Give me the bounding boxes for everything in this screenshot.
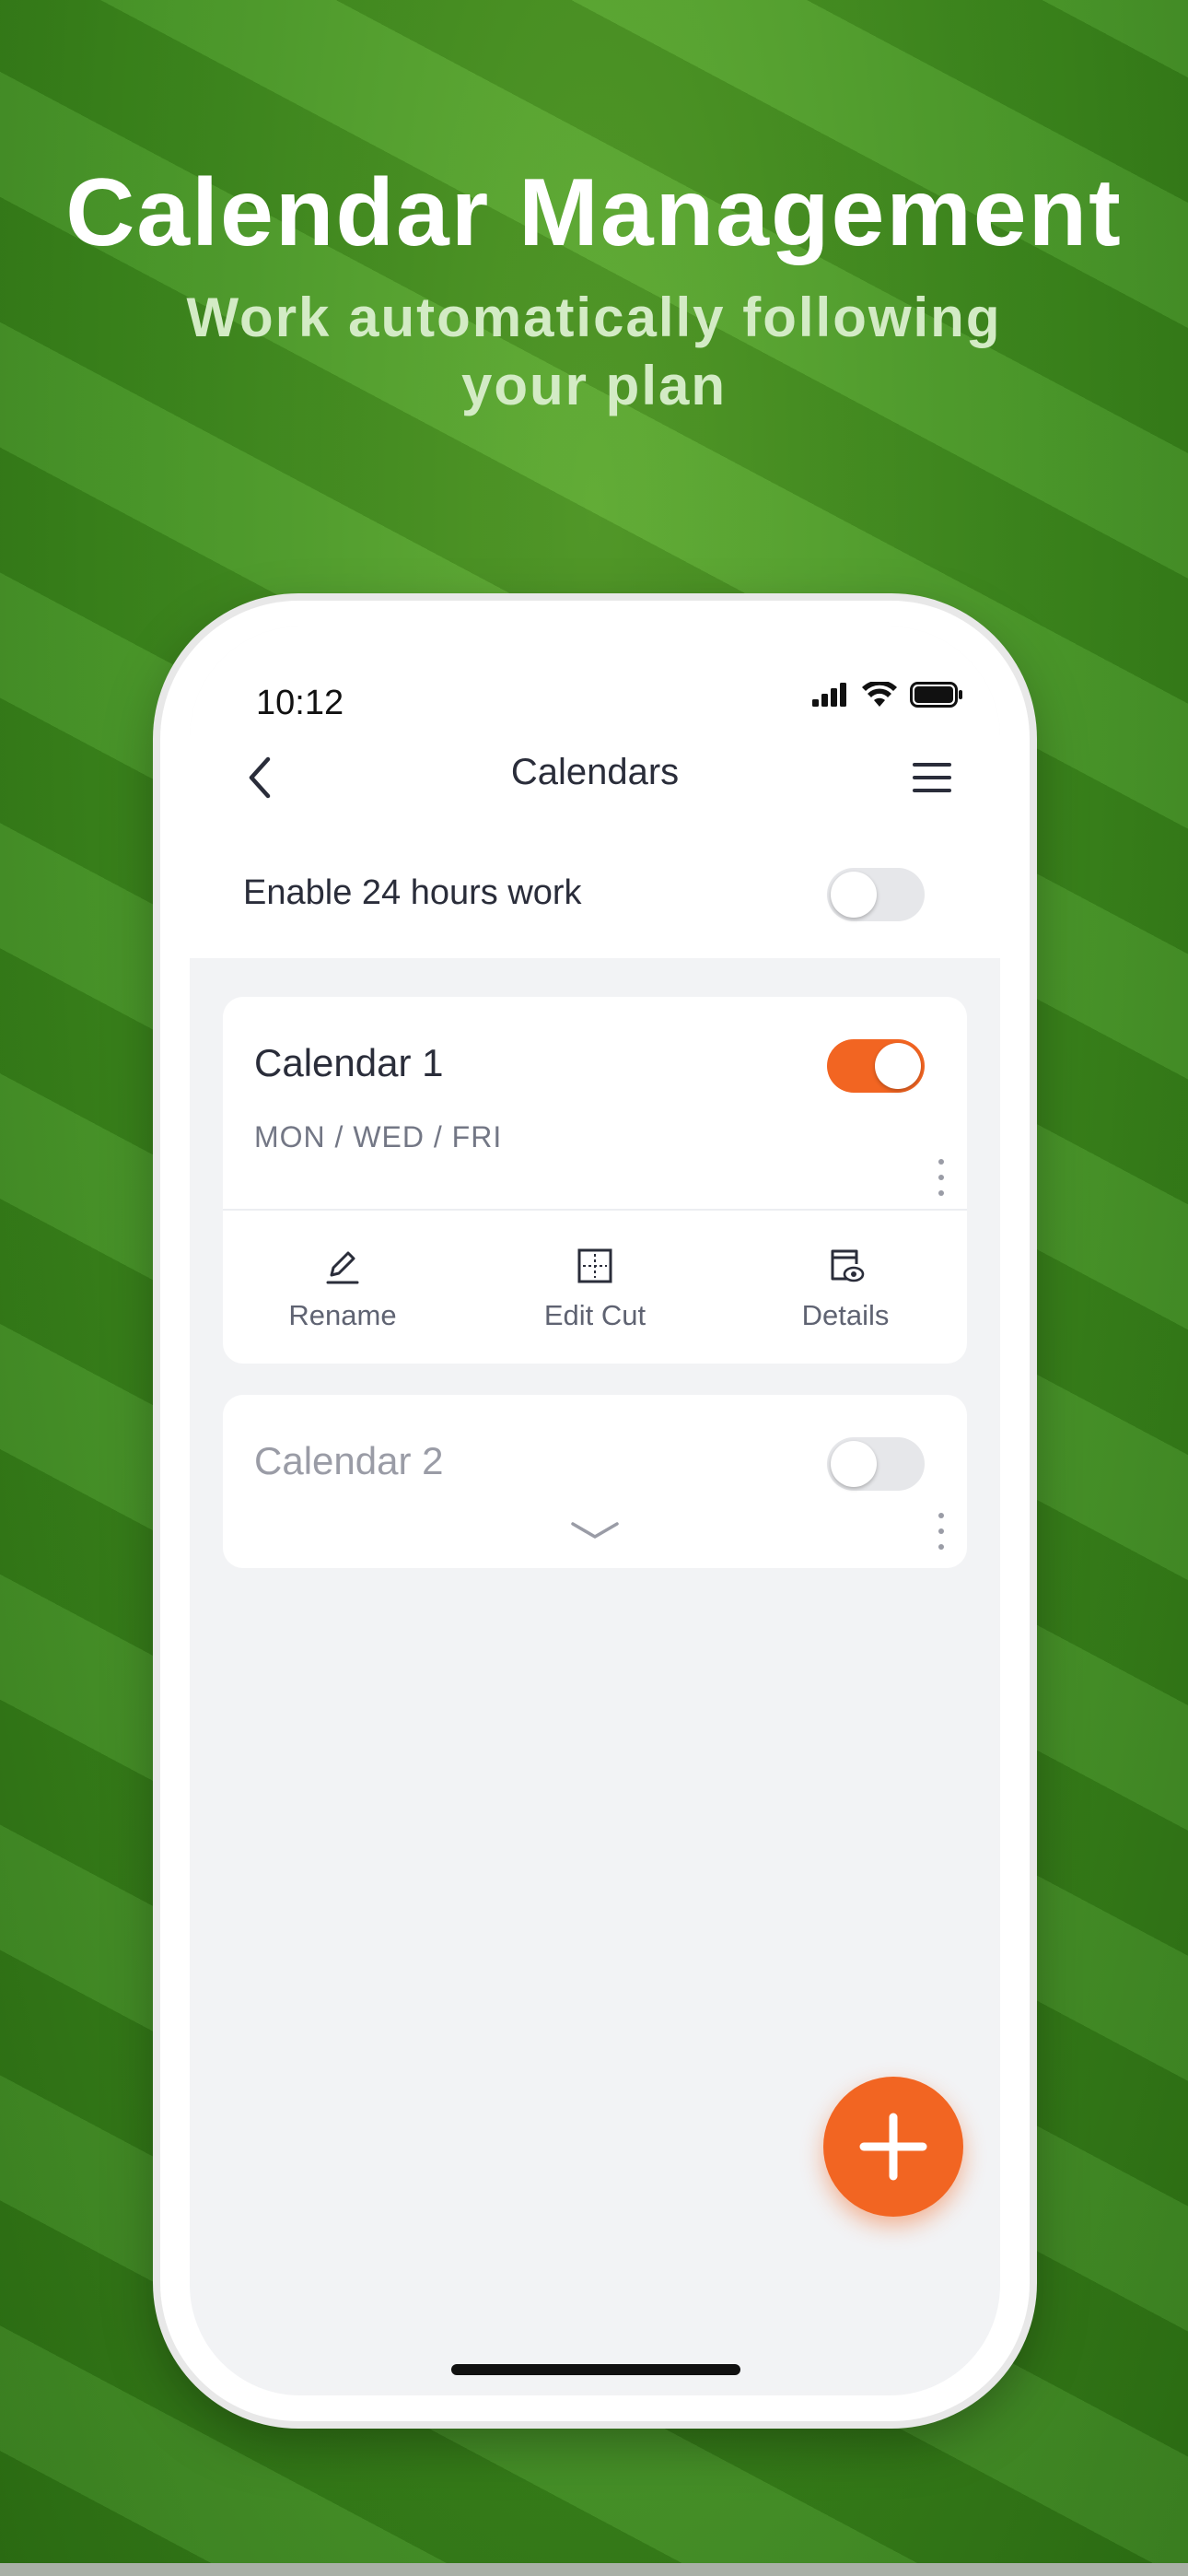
card-divider — [223, 1209, 967, 1211]
signal-icon — [812, 683, 846, 707]
enable-24h-label: Enable 24 hours work — [243, 873, 582, 912]
status-icons — [812, 682, 963, 708]
page-title: Calendars — [510, 752, 680, 792]
edge-cut-icon — [577, 1248, 612, 1283]
promo-headline: Calendar Management — [65, 159, 1123, 266]
edge-cut-label: Edit Cut — [543, 1299, 646, 1331]
toggle-knob — [831, 872, 877, 918]
details-icon — [831, 1249, 865, 1282]
bottom-strip — [0, 2563, 1188, 2576]
chevron-down-icon[interactable] — [567, 1516, 623, 1544]
details-label: Details — [801, 1299, 890, 1331]
rename-label: Rename — [288, 1299, 397, 1331]
edge-cut-button[interactable]: Edit Cut — [494, 1246, 696, 1332]
wifi-icon — [862, 682, 897, 707]
toggle-knob — [875, 1043, 921, 1089]
rename-button[interactable]: Rename — [241, 1246, 444, 1332]
pencil-icon — [326, 1251, 359, 1284]
enable-24h-toggle[interactable] — [827, 868, 925, 921]
toggle-knob — [831, 1441, 877, 1487]
battery-icon — [910, 682, 962, 708]
more-options-icon[interactable] — [932, 1159, 950, 1196]
menu-button[interactable] — [904, 750, 960, 805]
calendar-card-1[interactable]: Calendar 1 MON / WED / FRI Rename Edit C… — [223, 997, 967, 1364]
home-indicator — [451, 2364, 740, 2375]
calendar-2-toggle[interactable] — [827, 1437, 925, 1491]
plus-icon — [859, 2113, 927, 2181]
hamburger-menu-icon — [913, 763, 951, 792]
calendar-name: Calendar 1 — [254, 1041, 444, 1084]
calendar-1-toggle[interactable] — [827, 1039, 925, 1093]
status-time: 10:12 — [256, 684, 344, 722]
calendar-name: Calendar 2 — [254, 1439, 444, 1482]
add-calendar-button[interactable] — [823, 2077, 963, 2217]
promo-subheadline: Work automatically following your plan — [186, 287, 1002, 416]
more-options-icon[interactable] — [932, 1513, 950, 1550]
details-button[interactable]: Details — [744, 1246, 947, 1332]
calendar-card-2[interactable]: Calendar 2 — [223, 1395, 967, 1568]
calendar-days: MON / WED / FRI — [254, 1120, 503, 1153]
